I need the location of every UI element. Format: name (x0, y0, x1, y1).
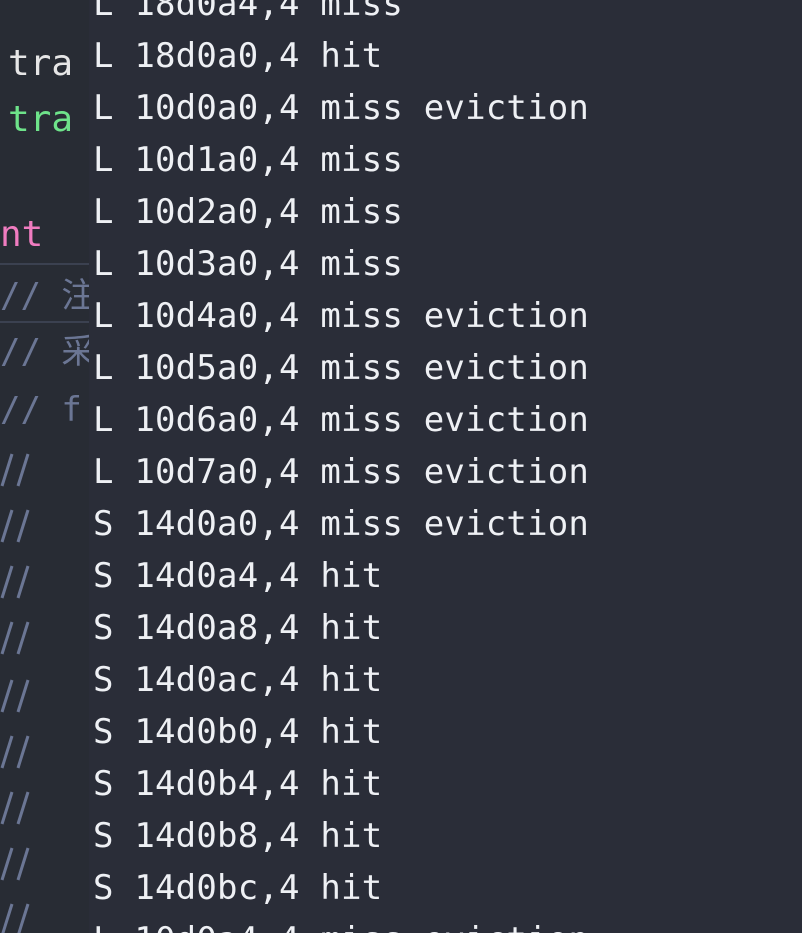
code-line-tra-1: tra (8, 43, 74, 84)
comment-slash-icon (0, 621, 30, 655)
trace-result: miss eviction (320, 88, 590, 128)
code-comment-2: // 采 (0, 332, 96, 372)
comment-slash-icon (0, 791, 30, 825)
trace-line: S 14d0a4,4 hit (93, 550, 589, 602)
comment-slash-icon (0, 735, 30, 769)
comment-slash-icon (0, 453, 30, 487)
trace-address: 10d3a0,4 (134, 244, 300, 284)
trace-address: 10d2a0,4 (134, 192, 300, 232)
trace-op: L (93, 400, 114, 440)
trace-result: miss eviction (320, 504, 590, 544)
trace-address: 14d0bc,4 (134, 868, 300, 908)
trace-address: 10d0a0,4 (134, 88, 300, 128)
trace-line: L 18d0a4,4 miss (93, 0, 589, 30)
trace-address: 10d1a0,4 (134, 140, 300, 180)
trace-address: 14d0ac,4 (134, 660, 300, 700)
trace-address: 14d0a0,4 (134, 504, 300, 544)
trace-result: miss eviction (320, 400, 590, 440)
trace-result: miss (320, 140, 404, 180)
trace-address: 14d0a8,4 (134, 608, 300, 648)
trace-op: S (93, 712, 114, 752)
code-line-int: nt (0, 214, 66, 255)
trace-line: L 10d3a0,4 miss (93, 238, 589, 290)
trace-op: L (93, 296, 114, 336)
trace-op: S (93, 816, 114, 856)
trace-op: S (93, 764, 114, 804)
trace-op: S (93, 868, 114, 908)
comment-slash-icon (0, 509, 30, 543)
comment-slash-icon (0, 847, 30, 881)
trace-address: 14d0b4,4 (134, 764, 300, 804)
trace-op: L (93, 452, 114, 492)
comment-slash-icon (0, 565, 30, 599)
trace-line: L 18d0a0,4 hit (93, 30, 589, 82)
trace-op: S (93, 660, 114, 700)
trace-op: S (93, 556, 114, 596)
code-comment-3: // f (0, 390, 82, 430)
trace-line: S 14d0b8,4 hit (93, 810, 589, 862)
trace-output-panel: L 18d0a4,4 miss L 18d0a0,4 hit L 10d0a0,4 … (89, 0, 802, 933)
trace-op: L (93, 88, 114, 128)
trace-result: miss eviction (320, 296, 590, 336)
trace-result: miss (320, 192, 404, 232)
trace-address: 14d0b0,4 (134, 712, 300, 752)
trace-op: L (93, 244, 114, 284)
trace-result: hit (320, 660, 383, 700)
trace-address: 10d5a0,4 (134, 348, 300, 388)
code-comment-1: // 注 (0, 276, 96, 316)
trace-result: miss eviction (320, 452, 590, 492)
trace-address: 18d0a4,4 (134, 0, 300, 24)
trace-line: S 14d0a0,4 miss eviction (93, 498, 589, 550)
editor-window: tra tra nt // 注 // 采 // f L 18d0a4,4 mis… (0, 0, 802, 933)
trace-result: hit (320, 36, 383, 76)
trace-result: miss (320, 244, 404, 284)
trace-address: 10d4a0,4 (134, 296, 300, 336)
trace-result: hit (320, 868, 383, 908)
trace-line-list: L 18d0a4,4 miss L 18d0a0,4 hit L 10d0a0,4 … (93, 0, 589, 933)
comment-slash-icon (1, 903, 30, 933)
trace-address: 18d0a0,4 (134, 36, 300, 76)
trace-line: L 10d1a0,4 miss (93, 134, 589, 186)
trace-address: 14d0b8,4 (134, 816, 300, 856)
trace-line: L 10d0a0,4 miss eviction (93, 82, 589, 134)
trace-result: miss eviction (320, 348, 590, 388)
code-line-tra-2: tra (8, 99, 74, 140)
trace-result: hit (320, 764, 383, 804)
trace-op: L (93, 140, 114, 180)
trace-result: miss (320, 0, 404, 24)
trace-line: L 10d4a0,4 miss eviction (93, 290, 589, 342)
trace-op: L (93, 348, 114, 388)
trace-op: L (93, 0, 114, 24)
trace-line: L 10d0a4,4 miss eviction (93, 914, 589, 933)
trace-address: 10d7a0,4 (134, 452, 300, 492)
trace-line: L 10d2a0,4 miss (93, 186, 589, 238)
comment-slash-icon (0, 679, 30, 713)
trace-address: 10d6a0,4 (134, 400, 300, 440)
trace-op: L (93, 36, 114, 76)
trace-result: hit (320, 608, 383, 648)
trace-op: L (93, 192, 114, 232)
trace-address: 14d0a4,4 (134, 556, 300, 596)
trace-result: hit (320, 556, 383, 596)
trace-line: L 10d5a0,4 miss eviction (93, 342, 589, 394)
comment-slash-column (0, 440, 60, 933)
trace-line: S 14d0ac,4 hit (93, 654, 589, 706)
trace-line: L 10d6a0,4 miss eviction (93, 394, 589, 446)
trace-op: S (93, 608, 114, 648)
trace-result: miss eviction (320, 920, 589, 933)
trace-result: hit (320, 816, 383, 856)
trace-line: S 14d0bc,4 hit (93, 862, 589, 914)
trace-line: L 10d7a0,4 miss eviction (93, 446, 589, 498)
trace-line: S 14d0a8,4 hit (93, 602, 589, 654)
trace-address: 10d0a4,4 (134, 920, 299, 933)
trace-line: S 14d0b0,4 hit (93, 706, 589, 758)
trace-line: S 14d0b4,4 hit (93, 758, 589, 810)
trace-op: L (93, 920, 114, 933)
trace-op: S (93, 504, 114, 544)
trace-result: hit (320, 712, 383, 752)
